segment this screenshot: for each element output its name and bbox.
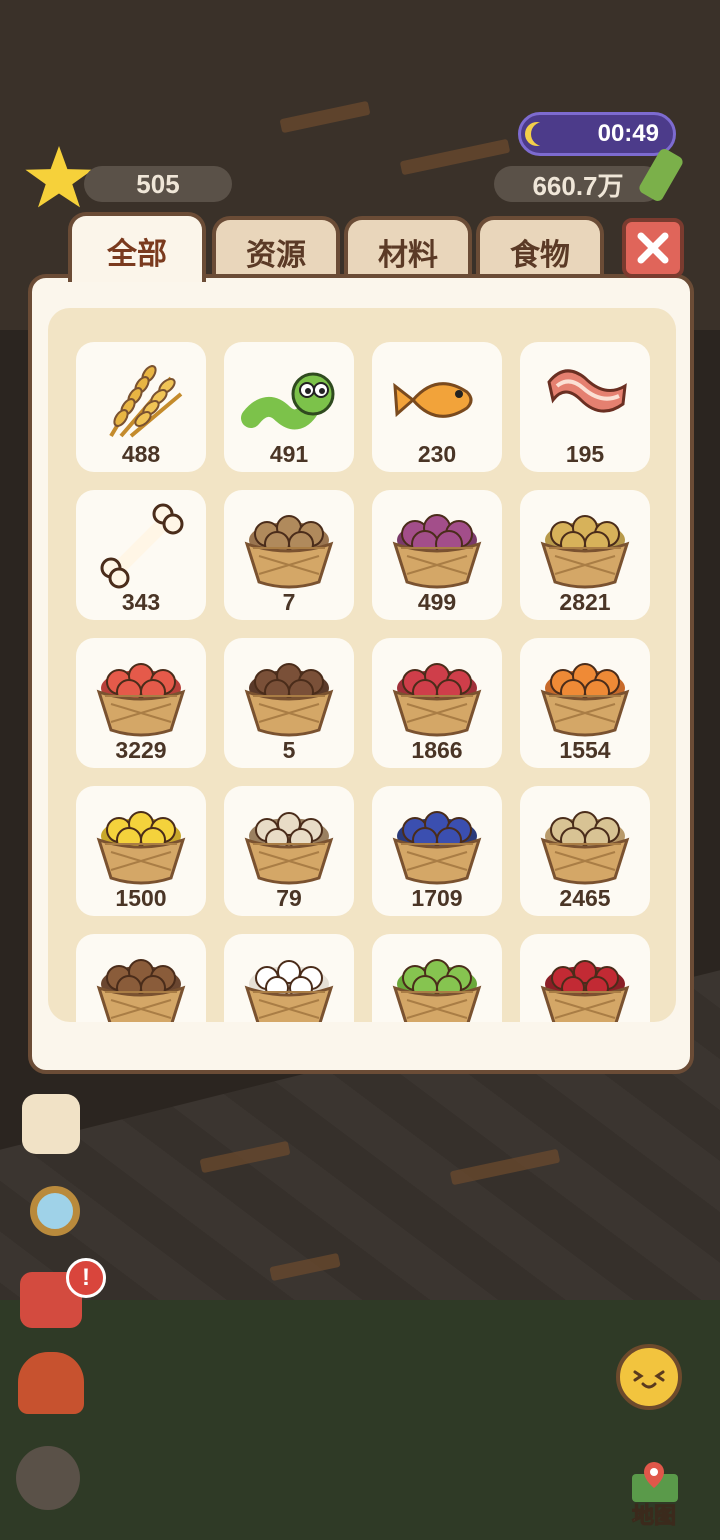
basket-potato-icon [244, 515, 334, 589]
basket-carrot-icon [540, 663, 630, 737]
item-count: 1500 [115, 885, 167, 911]
paw-icon[interactable] [16, 1446, 80, 1510]
alert-badge-icon: ! [66, 1258, 106, 1298]
tab-materials[interactable]: 材料 [344, 216, 472, 280]
item-count: 2821 [559, 589, 611, 615]
basket-chestnut-icon [96, 959, 186, 1022]
basket-blueberry-icon [392, 811, 482, 885]
inventory-item[interactable] [520, 934, 650, 1022]
inventory-item[interactable]: 488 [76, 342, 206, 472]
basket-apple-icon [96, 663, 186, 737]
inventory-item[interactable]: 195 [520, 342, 650, 472]
basket-cabbage-icon [392, 514, 482, 589]
inventory-item[interactable]: 1866 [372, 638, 502, 768]
tab-resources[interactable]: 资源 [212, 216, 340, 280]
bacon-icon [547, 369, 627, 413]
inventory-item[interactable]: 499 [372, 490, 502, 620]
tab-resources-label: 资源 [246, 239, 306, 272]
smile-face-icon [633, 1370, 665, 1389]
inventory-item[interactable] [372, 934, 502, 1022]
inventory-item[interactable]: 3229 [76, 638, 206, 768]
map-label: 地图 [631, 1503, 676, 1529]
item-count: 1709 [411, 885, 463, 911]
fish-icon [393, 382, 473, 418]
item-count: 2465 [559, 885, 611, 911]
moon-icon [531, 122, 555, 146]
timer-text: 00:49 [597, 120, 659, 147]
item-count: 195 [565, 441, 605, 467]
inventory-item[interactable]: 343 [76, 490, 206, 620]
basket-raspberry-icon [392, 663, 482, 737]
item-count: 1554 [559, 737, 611, 763]
inventory-item[interactable] [224, 934, 354, 1022]
map-button[interactable]: 地图 [618, 1460, 690, 1530]
close-button[interactable] [622, 218, 684, 278]
inventory-item[interactable]: 7 [224, 490, 354, 620]
tab-materials-label: 材料 [378, 239, 438, 272]
basket-cranberry-icon [540, 960, 630, 1022]
inventory-item[interactable]: 491 [224, 342, 354, 472]
tab-food[interactable]: 食物 [476, 216, 604, 280]
mushroom-house-icon[interactable] [18, 1352, 84, 1414]
magnifier-icon[interactable] [30, 1186, 80, 1236]
boost-timer[interactable]: 00:49 [518, 112, 676, 156]
item-count: 7 [282, 589, 296, 615]
inventory-item[interactable]: 79 [224, 786, 354, 916]
inventory-item[interactable]: 1500 [76, 786, 206, 916]
coins-counter: 660.7万 [494, 166, 662, 202]
emoji-button[interactable] [616, 1344, 682, 1410]
item-count: 5 [282, 737, 296, 763]
stars-counter: 505 [84, 166, 232, 202]
basket-cotton-icon [244, 960, 334, 1022]
inventory-item[interactable]: 2465 [520, 786, 650, 916]
basket-edamame-icon [392, 959, 482, 1022]
item-count: 499 [417, 589, 457, 615]
inventory-item[interactable]: 1709 [372, 786, 502, 916]
outfit-icon[interactable] [22, 1094, 80, 1154]
basket-yam-icon [244, 812, 334, 885]
inventory-item[interactable]: 1554 [520, 638, 650, 768]
inventory-grid: 488 491 230 195 343 7 499 2821 3229 5 1866 1554 1500… [76, 342, 650, 1022]
basket-yellow-potato-icon [540, 515, 630, 589]
item-count: 343 [121, 589, 161, 615]
item-count: 1866 [411, 737, 463, 763]
tab-all-label: 全部 [107, 238, 167, 271]
item-count: 488 [121, 441, 161, 467]
worm-icon [241, 372, 335, 430]
inventory-item[interactable]: 230 [372, 342, 502, 472]
inventory-scroll-area[interactable]: 488 491 230 195 343 7 499 2821 3229 5 1866 1554 1500… [48, 308, 676, 1022]
inventory-item[interactable]: 5 [224, 638, 354, 768]
basket-bamboo-shoot-icon [540, 811, 630, 885]
inventory-item[interactable] [76, 934, 206, 1022]
tab-all[interactable]: 全部 [68, 212, 206, 282]
tab-food-label: 食物 [510, 239, 570, 272]
item-count: 3229 [115, 737, 167, 763]
item-count: 491 [269, 441, 309, 467]
close-icon [637, 232, 669, 264]
wheat-icon [109, 364, 183, 438]
basket-taro-icon [244, 663, 334, 737]
scene-grass [0, 1300, 720, 1540]
basket-lemon-icon [96, 811, 186, 885]
item-count: 79 [276, 885, 302, 911]
inventory-panel: 488 491 230 195 343 7 499 2821 3229 5 1866 1554 1500… [28, 274, 694, 1074]
item-count: 230 [417, 441, 457, 467]
bone-icon [100, 503, 184, 589]
inventory-item[interactable]: 2821 [520, 490, 650, 620]
